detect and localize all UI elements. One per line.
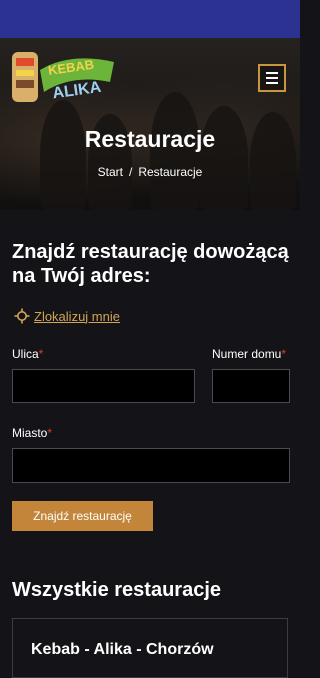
search-heading: Znajdź restaurację dowożącą na Twój adre… — [12, 241, 289, 287]
city-label: Miasto* — [12, 426, 53, 440]
restaurant-card-title: Kebab - Alika - Chorzów — [31, 641, 214, 658]
restaurant-card[interactable]: Kebab - Alika - Chorzów — [12, 618, 288, 678]
locate-me-link[interactable]: Zlokalizuj mnie — [34, 309, 120, 324]
street-label: Ulica* — [12, 347, 44, 361]
hamburger-icon — [266, 71, 278, 86]
breadcrumb-current: Restauracje — [138, 165, 203, 179]
hero-banner: KEBAB ALIKA Restauracje Start / Restauracj… — [0, 38, 300, 210]
breadcrumb-separator: / — [128, 165, 133, 179]
all-restaurants-heading: Wszystkie restauracje — [12, 579, 222, 601]
menu-button[interactable] — [258, 64, 286, 92]
crosshair-icon — [14, 308, 30, 324]
find-restaurant-button[interactable]: Znajdź restaurację — [12, 501, 153, 531]
house-number-label: Numer domu* — [212, 347, 287, 361]
status-bar — [0, 0, 300, 38]
locate-me[interactable]: Zlokalizuj mnie — [14, 308, 120, 324]
page-title: Restauracje — [84, 126, 216, 152]
street-field[interactable] — [12, 369, 195, 403]
breadcrumb: Start / Restauracje — [0, 165, 300, 179]
breadcrumb-home[interactable]: Start — [98, 165, 123, 179]
house-number-field[interactable] — [212, 369, 290, 403]
logo[interactable]: KEBAB ALIKA — [10, 48, 120, 106]
city-field[interactable] — [12, 448, 290, 483]
